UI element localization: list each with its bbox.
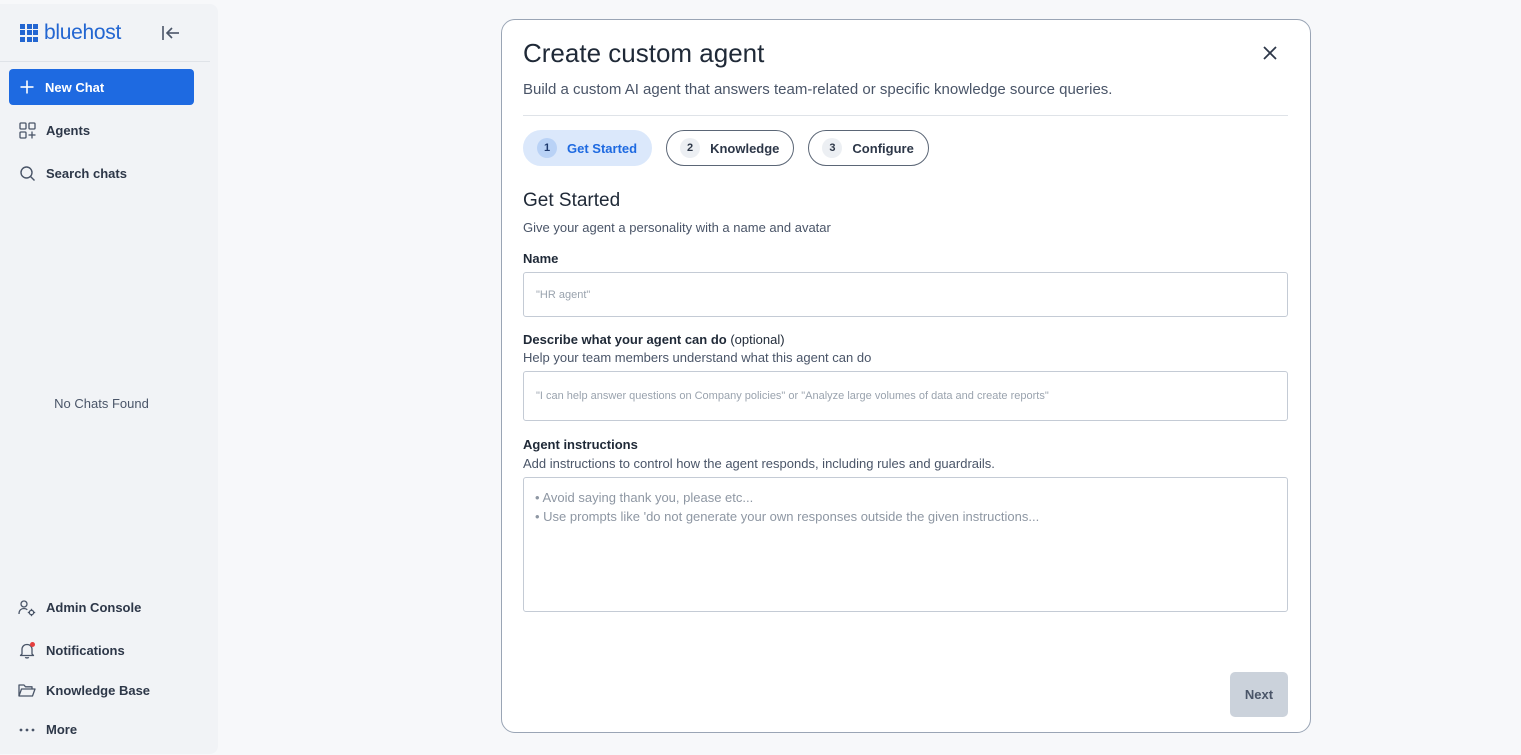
instructions-label: Agent instructions — [523, 437, 638, 452]
section-title: Get Started — [523, 190, 621, 211]
sidebar-item-label: Knowledge Base — [46, 682, 151, 698]
close-button[interactable] — [1260, 43, 1280, 63]
step-label: Configure — [852, 140, 914, 156]
brand-header: bluehost — [0, 4, 210, 62]
step-get-started[interactable]: 1 Get Started — [523, 130, 653, 166]
modal-divider — [523, 115, 1288, 116]
sidebar-bottom-nav: Admin Console Notifications Knowledge Ba… — [0, 586, 218, 751]
step-number: 3 — [822, 138, 843, 158]
no-chats-message: No Chats Found — [54, 396, 149, 411]
sidebar-item-label: Admin Console — [46, 600, 142, 615]
description-input[interactable] — [523, 371, 1288, 421]
sidebar-item-label: More — [46, 722, 78, 737]
grid-logo-icon — [20, 23, 38, 42]
sidebar-item-more[interactable]: More — [0, 708, 218, 751]
sidebar-item-label: Search chats — [46, 166, 127, 181]
admin-console-icon — [18, 599, 36, 617]
step-configure[interactable]: 3 Configure — [808, 130, 929, 166]
sidebar-item-knowledge-base[interactable]: Knowledge Base — [0, 672, 218, 708]
modal-subtitle: Build a custom AI agent that answers tea… — [523, 81, 1113, 98]
more-icon — [18, 721, 36, 739]
agents-icon — [18, 122, 36, 140]
next-button[interactable]: Next — [1230, 672, 1288, 717]
sidebar-item-notifications[interactable]: Notifications — [0, 629, 218, 672]
new-chat-label: New Chat — [45, 79, 105, 95]
instructions-textarea[interactable] — [523, 477, 1288, 612]
description-help: Help your team members understand what t… — [523, 350, 872, 365]
brand-logo[interactable]: bluehost — [20, 21, 121, 45]
step-number: 1 — [537, 138, 557, 158]
notification-dot — [30, 641, 35, 647]
section-subtitle: Give your agent a personality with a nam… — [523, 220, 831, 235]
collapse-sidebar-button[interactable] — [160, 22, 182, 44]
description-label: Describe what your agent can do (optiona… — [523, 332, 785, 347]
step-number: 2 — [680, 138, 701, 158]
name-label: Name — [523, 251, 559, 266]
sidebar-item-search-chats[interactable]: Search chats — [0, 152, 218, 195]
step-label: Get Started — [567, 140, 638, 156]
search-icon — [18, 165, 36, 183]
sidebar-item-label: Agents — [46, 123, 91, 138]
brand-name: bluehost — [44, 20, 121, 44]
sidebar-item-admin-console[interactable]: Admin Console — [0, 586, 218, 629]
plus-icon — [20, 80, 34, 94]
step-label: Knowledge — [710, 140, 780, 156]
step-knowledge[interactable]: 2 Knowledge — [666, 130, 795, 166]
bell-icon — [18, 641, 36, 660]
close-icon — [1263, 46, 1277, 60]
new-chat-button[interactable]: New Chat — [9, 69, 194, 105]
sidebar-item-label: Notifications — [46, 643, 125, 658]
folder-icon — [18, 681, 36, 699]
modal-title: Create custom agent — [523, 38, 765, 68]
optional-tag: (optional) — [730, 332, 785, 347]
create-agent-modal: Create custom agent Build a custom AI ag… — [501, 19, 1311, 733]
collapse-left-icon — [162, 25, 179, 40]
sidebar: bluehost New Chat Agents Search chats No… — [0, 4, 218, 754]
sidebar-item-agents[interactable]: Agents — [0, 109, 218, 152]
instructions-help: Add instructions to control how the agen… — [523, 456, 995, 471]
name-input[interactable] — [523, 272, 1288, 317]
description-label-text: Describe what your agent can do — [523, 332, 727, 347]
stepper: 1 Get Started 2 Knowledge 3 Configure — [523, 130, 929, 166]
